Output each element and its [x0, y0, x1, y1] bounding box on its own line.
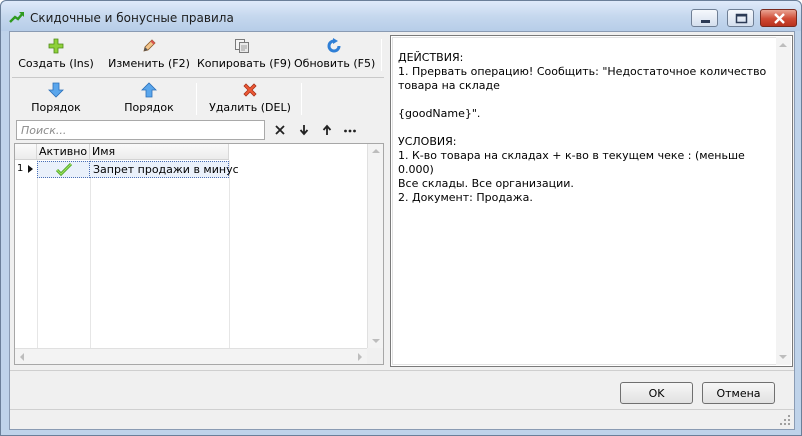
close-button[interactable] — [760, 9, 797, 27]
trend-arrow-icon — [9, 12, 24, 23]
edit-button[interactable]: Изменить (F2) — [108, 35, 190, 75]
minimize-icon — [701, 20, 710, 23]
actions-header: ДЕЙСТВИЯ: — [398, 51, 464, 64]
column-header-name[interactable]: Имя — [90, 144, 229, 159]
condition-item: 1. К-во товара на складах + к-во в текущ… — [398, 149, 745, 176]
maximize-icon — [735, 13, 748, 24]
create-button[interactable]: Создать (Ins) — [16, 35, 96, 75]
name-cell[interactable]: Запрет продажи в минус — [90, 161, 239, 178]
delete-button[interactable]: Удалить (DEL) — [206, 79, 294, 119]
toolbar-row-main: Создать (Ins) Изменить (F2) Копировать (… — [12, 35, 384, 75]
refresh-button[interactable]: Обновить (F5) — [294, 35, 376, 75]
condition-item-continuation: Все склады. Все организации. — [398, 177, 574, 190]
row-indicator-header — [15, 144, 37, 159]
condition-item: 2. Документ: Продажа. — [398, 191, 533, 204]
order-down-label: Порядок — [31, 101, 81, 114]
toolbar-separator — [196, 83, 197, 115]
current-row-arrow-icon — [28, 165, 33, 173]
search-prev-icon[interactable] — [319, 122, 335, 138]
refresh-icon — [327, 38, 341, 53]
title-bar[interactable]: Скидочные и бонусные правила — [1, 1, 801, 31]
dialog-client-area: Создать (Ins) Изменить (F2) Копировать (… — [9, 31, 795, 430]
arrow-up-icon — [141, 82, 157, 98]
rule-details-pane: ДЕЙСТВИЯ: 1. Прервать операцию! Сообщить… — [390, 35, 793, 367]
search-next-icon[interactable] — [296, 122, 312, 138]
maximize-button[interactable] — [727, 9, 754, 27]
edit-label: Изменить (F2) — [108, 57, 190, 70]
scroll-up-icon[interactable] — [779, 42, 787, 48]
cancel-button[interactable]: Отмена — [702, 382, 775, 404]
scroll-up-icon[interactable] — [372, 148, 380, 154]
scroll-down-icon[interactable] — [372, 338, 380, 344]
toolbar-separator — [381, 39, 382, 71]
order-up-label: Порядок — [124, 101, 174, 114]
column-header-active[interactable]: Активно — [37, 144, 90, 159]
pencil-icon — [143, 39, 156, 52]
clear-search-icon[interactable] — [272, 122, 288, 138]
minimize-button[interactable] — [691, 9, 718, 27]
details-vertical-scrollbar[interactable] — [776, 37, 791, 365]
status-bar — [10, 409, 794, 429]
row-number: 1 — [17, 163, 24, 174]
delete-cross-icon — [243, 83, 257, 97]
ok-button[interactable]: OK — [620, 382, 693, 404]
grid-vertical-scrollbar[interactable] — [367, 144, 383, 348]
order-down-button[interactable]: Порядок — [16, 79, 96, 119]
active-cell[interactable] — [37, 161, 90, 178]
arrow-down-icon — [48, 82, 64, 98]
plus-icon — [48, 38, 64, 54]
rule-details-text: ДЕЙСТВИЯ: 1. Прервать операцию! Сообщить… — [392, 37, 777, 365]
action-item: 1. Прервать операцию! Сообщить: "Недоста… — [398, 65, 767, 92]
action-item-continuation: {goodName}". — [398, 107, 481, 120]
rules-grid[interactable]: Активно Имя 1 Запрет продажи в минус — [14, 143, 384, 365]
scroll-down-icon[interactable] — [779, 354, 787, 360]
grid-horizontal-scrollbar[interactable] — [15, 348, 367, 364]
delete-label: Удалить (DEL) — [209, 101, 291, 114]
rules-list-pane: Создать (Ins) Изменить (F2) Копировать (… — [12, 35, 388, 367]
refresh-label: Обновить (F5) — [294, 57, 376, 70]
window-title: Скидочные и бонусные правила — [30, 11, 234, 25]
grid-header: Активно Имя — [15, 144, 229, 160]
toolbar-row-order: Порядок Порядок Удалить (DEL) — [12, 79, 384, 119]
checkmark-icon — [56, 163, 72, 177]
copy-label: Копировать (F9) — [197, 57, 292, 70]
more-options-icon[interactable] — [342, 122, 358, 138]
close-icon — [774, 13, 785, 24]
resize-grip-icon[interactable] — [779, 414, 791, 426]
toolbar-row-divider — [12, 77, 384, 78]
order-up-button[interactable]: Порядок — [108, 79, 190, 119]
copy-button[interactable]: Копировать (F9) — [197, 35, 292, 75]
scroll-corner — [367, 348, 383, 364]
grid-lines — [15, 160, 230, 348]
create-label: Создать (Ins) — [18, 57, 94, 70]
search-bar — [14, 120, 384, 140]
copy-icon — [235, 39, 249, 53]
search-input[interactable] — [16, 120, 265, 140]
conditions-header: УСЛОВИЯ: — [398, 135, 457, 148]
table-row[interactable]: 1 Запрет продажи в минус — [15, 161, 239, 178]
dialog-window: Скидочные и бонусные правила Создать (In… — [0, 0, 802, 436]
dialog-footer: OK Отмена — [10, 370, 794, 410]
scroll-left-icon[interactable] — [19, 353, 25, 361]
scroll-right-icon[interactable] — [357, 353, 363, 361]
toolbar-separator — [301, 83, 302, 115]
